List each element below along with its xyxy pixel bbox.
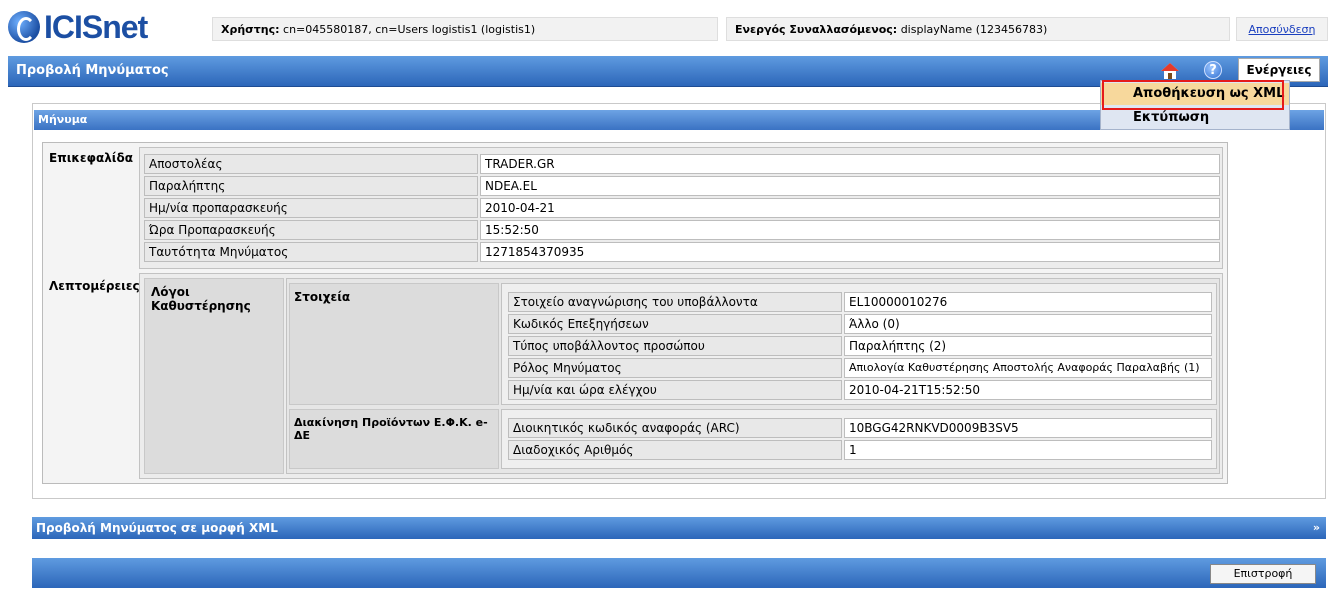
table-row: Ώρα Προπαρασκευής 15:52:50 [144, 220, 1220, 240]
logout-link[interactable]: Αποσύνδεση [1236, 17, 1328, 41]
table-row: Ημ/νία και ώρα ελέγχου 2010-04-21T15:52:… [508, 380, 1214, 400]
elements-table: Στοιχείο αναγνώρισης του υποβάλλοντα EL1… [501, 283, 1217, 405]
user-value: cn=045580187, cn=Users logistis1 (logist… [283, 23, 536, 36]
field-value: Παραλήπτης (2) [844, 336, 1212, 356]
user-info: Χρήστης: cn=045580187, cn=Users logistis… [212, 17, 718, 41]
footer-bar [32, 558, 1326, 588]
active-trader-info: Ενεργός Συναλλασόμενος: displayName (123… [726, 17, 1230, 41]
print-menu-item[interactable]: Εκτύπωση [1101, 107, 1289, 129]
table-row: Ρόλος Μηνύματος Απιολογία Καθυστέρησης Α… [508, 358, 1214, 378]
field-label: Ταυτότητα Μηνύματος [144, 242, 478, 262]
globe-icon [8, 11, 40, 43]
field-value: 2010-04-21T15:52:50 [844, 380, 1212, 400]
table-row: Αποστολέας TRADER.GR [144, 154, 1220, 174]
field-value: 2010-04-21 [480, 198, 1220, 218]
user-label: Χρήστης: [221, 23, 280, 36]
field-value: 15:52:50 [480, 220, 1220, 240]
details-section-label: Λεπτομέρειες [49, 279, 140, 293]
delay-reasons-content: Στοιχεία Στοιχείο αναγνώρισης του υποβάλ… [286, 278, 1220, 474]
field-label: Ώρα Προπαρασκευής [144, 220, 478, 240]
field-label: Παραλήπτης [144, 176, 478, 196]
table-row: Διοικητικός κωδικός αναφοράς (ARC) 10BGG… [508, 418, 1214, 438]
field-value: 1271854370935 [480, 242, 1220, 262]
logo-text: ICISnet [44, 8, 148, 45]
field-label: Ημ/νία και ώρα ελέγχου [508, 380, 842, 400]
field-value: TRADER.GR [480, 154, 1220, 174]
home-icon[interactable] [1160, 61, 1180, 81]
back-button[interactable]: Επιστροφή [1210, 564, 1316, 584]
movement-table: Διοικητικός κωδικός αναφοράς (ARC) 10BGG… [501, 409, 1217, 469]
field-label: Ημ/νία προπαρασκευής [144, 198, 478, 218]
movement-box: Διακίνηση Προϊόντων Ε.Φ.Κ. e-ΔΕ [289, 409, 499, 469]
field-value: 10BGG42RNKVD0009B3SV5 [844, 418, 1212, 438]
xml-view-panel-header[interactable]: Προβολή Μηνύματος σε μορφή XML » [32, 517, 1326, 539]
top-bar: ICISnet Χρήστης: cn=045580187, cn=Users … [0, 0, 1336, 54]
elements-label: Στοιχεία [294, 290, 351, 304]
details-section: Λόγοι Καθυστέρησης Στοιχεία Στοιχείο ανα… [139, 273, 1223, 479]
field-value: NDEA.EL [480, 176, 1220, 196]
delay-reasons-label: Λόγοι Καθυστέρησης [151, 285, 251, 313]
table-row: Στοιχείο αναγνώρισης του υποβάλλοντα EL1… [508, 292, 1214, 312]
page-title: Προβολή Μηνύματος [16, 63, 169, 78]
field-label: Τύπος υποβάλλοντος προσώπου [508, 336, 842, 356]
field-label: Αποστολέας [144, 154, 478, 174]
elements-box: Στοιχεία [289, 283, 499, 405]
table-row: Ταυτότητα Μηνύματος 1271854370935 [144, 242, 1220, 262]
highlight-box [1102, 80, 1284, 110]
help-icon[interactable]: ? [1204, 61, 1222, 79]
xml-view-title: Προβολή Μηνύματος σε μορφή XML [36, 521, 278, 535]
actions-button[interactable]: Ενέργειες [1238, 58, 1320, 82]
logo: ICISnet [8, 8, 148, 45]
field-label: Κωδικός Επεξηγήσεων [508, 314, 842, 334]
field-label: Στοιχείο αναγνώρισης του υποβάλλοντα [508, 292, 842, 312]
field-value: 1 [844, 440, 1212, 460]
table-row: Ημ/νία προπαρασκευής 2010-04-21 [144, 198, 1220, 218]
field-value: Απιολογία Καθυστέρησης Αποστολής Αναφορά… [844, 358, 1212, 378]
message-content: Επικεφαλίδα Αποστολέας TRADER.GR Παραλήπ… [42, 142, 1228, 484]
field-value: EL10000010276 [844, 292, 1212, 312]
delay-reasons-box: Λόγοι Καθυστέρησης [144, 278, 284, 474]
movement-label: Διακίνηση Προϊόντων Ε.Φ.Κ. e-ΔΕ [294, 416, 488, 442]
table-row: Τύπος υποβάλλοντος προσώπου Παραλήπτης (… [508, 336, 1214, 356]
field-label: Διοικητικός κωδικός αναφοράς (ARC) [508, 418, 842, 438]
expand-chevron-icon[interactable]: » [1313, 517, 1320, 539]
field-label: Ρόλος Μηνύματος [508, 358, 842, 378]
header-section: Αποστολέας TRADER.GR Παραλήπτης NDEA.EL … [139, 147, 1223, 269]
field-label: Διαδοχικός Αριθμός [508, 440, 842, 460]
table-row: Διαδοχικός Αριθμός 1 [508, 440, 1214, 460]
table-row: Παραλήπτης NDEA.EL [144, 176, 1220, 196]
table-row: Κωδικός Επεξηγήσεων Άλλο (0) [508, 314, 1214, 334]
header-section-label: Επικεφαλίδα [49, 151, 133, 165]
trader-value: displayName (123456783) [900, 23, 1048, 36]
trader-label: Ενεργός Συναλλασόμενος: [735, 23, 898, 36]
field-value: Άλλο (0) [844, 314, 1212, 334]
